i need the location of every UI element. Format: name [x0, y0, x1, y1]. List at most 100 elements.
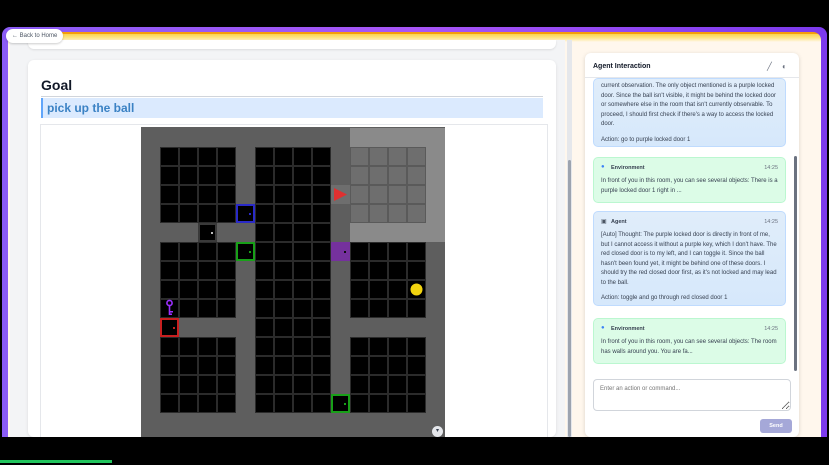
floor-tile — [312, 318, 331, 337]
previous-card — [28, 40, 556, 49]
floor-tile — [255, 223, 274, 242]
agent-interaction-panel: Agent Interaction ╱ ◐ current observatio… — [585, 53, 799, 437]
floor-tile — [369, 394, 388, 413]
floor-tile — [179, 394, 198, 413]
message-sender: Environment — [611, 165, 645, 171]
floor-tile — [293, 223, 312, 242]
ball-icon — [407, 280, 426, 299]
floor-tile — [160, 242, 179, 261]
floor-tile — [160, 375, 179, 394]
message-scrollbar-thumb[interactable] — [794, 156, 797, 371]
scroll-down-chevron-icon[interactable]: ▾ — [432, 426, 443, 437]
floor-tile — [350, 147, 369, 166]
floor-tile — [217, 337, 236, 356]
back-home-button[interactable]: ← Back to Home — [6, 29, 64, 43]
robot-icon: ▣ — [601, 219, 607, 225]
dot-circle-icon[interactable]: ◐ — [782, 62, 787, 71]
floor-tile — [407, 337, 426, 356]
send-button[interactable]: Send — [760, 419, 792, 433]
message-environment: ● Environment 14:25 In front of you in t… — [593, 318, 786, 364]
wall-tile — [426, 128, 445, 147]
floor-tile — [255, 280, 274, 299]
floor-tile — [350, 185, 369, 204]
floor-tile — [255, 318, 274, 337]
floor-tile — [217, 147, 236, 166]
pencil-icon[interactable]: ╱ — [767, 62, 772, 71]
main-scrollbar-thumb[interactable] — [568, 160, 571, 437]
floor-tile — [198, 166, 217, 185]
floor-tile — [312, 147, 331, 166]
message-text: current observation. The only object men… — [601, 83, 776, 127]
floor-tile — [293, 185, 312, 204]
floor-tile — [274, 261, 293, 280]
floor-tile — [179, 261, 198, 280]
floor-tile — [388, 375, 407, 394]
floor-tile — [255, 242, 274, 261]
floor-tile — [312, 166, 331, 185]
floor-tile — [388, 147, 407, 166]
command-input[interactable] — [593, 379, 791, 411]
floor-tile — [388, 280, 407, 299]
floor-tile — [350, 356, 369, 375]
floor-tile — [274, 204, 293, 223]
floor-tile — [217, 166, 236, 185]
door-handle — [173, 327, 175, 329]
floor-tile — [312, 242, 331, 261]
wall-tile — [426, 204, 445, 223]
wall-tile — [350, 223, 369, 242]
floor-tile — [369, 337, 388, 356]
door-icon — [198, 223, 217, 242]
floor-tile — [293, 261, 312, 280]
floor-tile — [350, 204, 369, 223]
message-agent: ▣ Agent 14:25 [Auto] Thought: The purple… — [593, 211, 786, 306]
floor-tile — [274, 223, 293, 242]
floor-tile — [274, 185, 293, 204]
floor-tile — [369, 185, 388, 204]
floor-tile — [217, 375, 236, 394]
floor-tile — [274, 280, 293, 299]
message-agent: current observation. The only object men… — [593, 78, 786, 147]
floor-tile — [293, 337, 312, 356]
message-sender: Environment — [611, 326, 645, 332]
main-scrollbar[interactable] — [567, 40, 572, 437]
gridworld-canvas[interactable] — [141, 127, 445, 437]
floor-tile — [217, 356, 236, 375]
wall-tile — [426, 223, 445, 242]
floor-tile — [350, 394, 369, 413]
floor-tile — [388, 356, 407, 375]
floor-tile — [179, 242, 198, 261]
floor-tile — [350, 242, 369, 261]
floor-tile — [255, 204, 274, 223]
floor-tile — [293, 166, 312, 185]
floor-tile — [407, 261, 426, 280]
floor-tile — [312, 261, 331, 280]
floor-tile — [388, 204, 407, 223]
floor-tile — [179, 299, 198, 318]
floor-tile — [407, 204, 426, 223]
message-header: ▣ Agent 14:25 — [601, 218, 778, 228]
floor-tile — [293, 204, 312, 223]
floor-tile — [312, 223, 331, 242]
floor-tile — [274, 318, 293, 337]
floor-tile — [160, 185, 179, 204]
agent-triangle-icon — [331, 185, 350, 204]
door-icon — [331, 242, 350, 261]
floor-tile — [312, 185, 331, 204]
message-text: In front of you in this room, you can se… — [601, 339, 777, 355]
door-icon — [160, 318, 179, 337]
floor-tile — [217, 280, 236, 299]
floor-tile — [312, 375, 331, 394]
floor-tile — [369, 261, 388, 280]
message-scrollbar[interactable] — [794, 81, 797, 371]
floor-tile — [369, 242, 388, 261]
floor-tile — [407, 394, 426, 413]
floor-tile — [198, 185, 217, 204]
door-handle — [344, 251, 346, 253]
floor-tile — [179, 337, 198, 356]
floor-tile — [198, 337, 217, 356]
floor-tile — [198, 242, 217, 261]
floor-tile — [160, 394, 179, 413]
floor-tile — [160, 147, 179, 166]
message-environment: ● Environment 14:25 In front of you in t… — [593, 157, 786, 203]
floor-tile — [255, 261, 274, 280]
